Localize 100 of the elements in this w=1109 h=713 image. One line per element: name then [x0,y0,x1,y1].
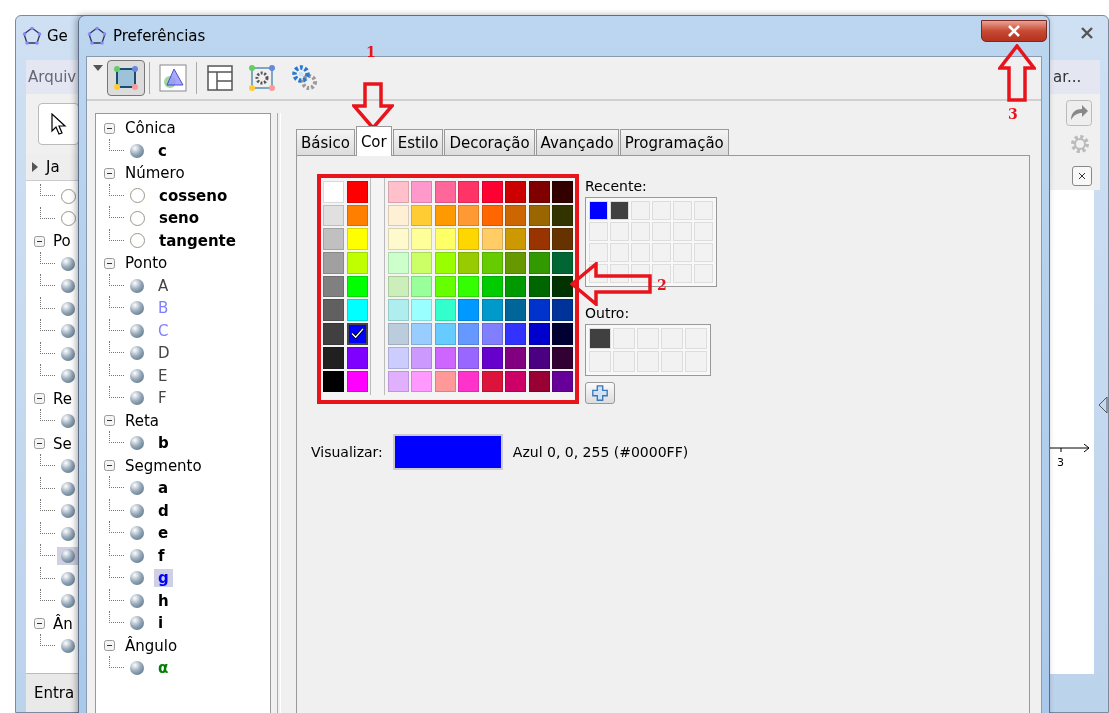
tree-item[interactable]: seno [155,209,204,228]
visible-ball-icon[interactable] [61,279,75,294]
move-tool-button[interactable] [38,103,79,145]
empty-swatch[interactable] [637,328,659,349]
visible-ball-icon[interactable] [61,504,75,519]
visible-ball-icon[interactable] [130,526,144,541]
tree-group-label[interactable]: Se [53,434,72,453]
visible-ball-icon[interactable] [130,301,144,316]
object-tool-button[interactable] [107,60,145,96]
expand-arrow-icon[interactable] [32,162,38,172]
collapse-icon[interactable] [104,257,115,269]
visible-ball-icon[interactable] [130,548,144,563]
empty-swatch[interactable] [673,201,692,220]
tree-group-label[interactable]: Cônica [125,119,176,138]
empty-swatch[interactable] [673,243,692,262]
visible-ball-icon[interactable] [61,594,75,609]
empty-swatch[interactable] [673,264,692,283]
redo-icon[interactable] [1066,100,1092,126]
collapse-icon[interactable] [34,618,45,630]
tree-item[interactable]: d [154,501,173,520]
collapse-icon[interactable] [104,460,115,472]
visible-ball-icon[interactable] [61,639,75,654]
collapse-icon[interactable] [104,415,115,427]
tree-group-label[interactable]: Ân [53,614,73,633]
visible-ball-icon[interactable] [61,549,75,564]
empty-swatch[interactable] [685,351,707,372]
visible-ball-icon[interactable] [130,346,144,361]
close-view-button[interactable] [1072,166,1092,186]
hidden-circle-icon[interactable] [130,188,145,204]
tab[interactable]: Decoração [444,129,535,155]
tree-item[interactable]: α [154,659,173,678]
empty-swatch[interactable] [613,351,635,372]
empty-swatch[interactable] [613,328,635,349]
tab[interactable]: Avançado [535,129,619,155]
empty-swatch[interactable] [661,351,683,372]
collapse-icon[interactable] [34,438,45,450]
tree-item[interactable]: F [154,389,171,408]
tree-group-label[interactable]: Po [53,232,71,251]
tree-group-label[interactable]: Número [125,164,185,183]
tree-item[interactable]: g [154,569,173,588]
visible-ball-icon[interactable] [130,571,144,586]
tree-group-label[interactable]: Segmento [125,456,202,475]
tab[interactable]: Básico [296,129,355,155]
visible-ball-icon[interactable] [130,323,144,338]
collapse-icon[interactable] [104,122,115,134]
empty-swatch[interactable] [610,222,629,241]
tree-item[interactable]: b [154,434,173,453]
collapse-icon[interactable] [34,393,45,405]
empty-swatch[interactable] [637,351,659,372]
empty-swatch[interactable] [694,264,713,283]
color-swatch[interactable] [346,323,368,345]
visible-ball-icon[interactable] [130,368,144,383]
tree-item[interactable]: f [154,546,169,565]
tab[interactable]: Programação [619,129,729,155]
tree-item[interactable]: E [154,366,172,385]
empty-swatch[interactable] [631,201,650,220]
tree-item[interactable]: cosseno [155,186,232,205]
tree-item[interactable]: a [154,479,173,498]
collapse-icon[interactable] [34,235,45,247]
visible-ball-icon[interactable] [130,616,144,631]
tree-item[interactable]: i [154,614,168,633]
visible-ball-icon[interactable] [61,459,75,474]
empty-swatch[interactable] [694,222,713,241]
visible-ball-icon[interactable] [130,143,144,158]
collapse-icon[interactable] [104,167,115,179]
tree-item[interactable]: tangente [155,231,240,250]
visible-ball-icon[interactable] [61,369,75,384]
visible-ball-icon[interactable] [61,481,75,496]
visible-ball-icon[interactable] [130,481,144,496]
tree-group-label[interactable]: Ângulo [125,636,178,655]
close-icon[interactable] [1080,27,1094,39]
tree-item[interactable] [57,547,79,566]
tree-group-label[interactable]: Reta [125,411,160,430]
visible-ball-icon[interactable] [130,661,144,676]
empty-swatch[interactable] [652,201,671,220]
empty-swatch[interactable] [694,201,713,220]
empty-swatch[interactable] [589,351,611,372]
empty-swatch[interactable] [694,243,713,262]
hidden-circle-icon[interactable] [130,233,145,249]
hidden-circle-icon[interactable] [130,210,145,226]
add-color-button[interactable] [585,382,615,404]
visible-ball-icon[interactable] [130,278,144,293]
visible-ball-icon[interactable] [61,414,75,429]
tree-item[interactable]: D [154,344,174,363]
empty-swatch[interactable] [673,222,692,241]
visible-ball-icon[interactable] [61,571,75,586]
empty-swatch[interactable] [652,222,671,241]
empty-swatch[interactable] [589,243,608,262]
tree-item[interactable]: h [154,591,173,610]
tree-item[interactable]: A [154,276,173,295]
collapse-icon[interactable] [104,640,115,652]
visible-ball-icon[interactable] [130,436,144,451]
empty-swatch[interactable] [652,243,671,262]
empty-swatch[interactable] [631,243,650,262]
visible-ball-icon[interactable] [61,301,75,316]
tree-group-label[interactable]: Ponto [125,254,168,273]
visible-ball-icon[interactable] [61,346,75,361]
empty-swatch[interactable] [589,222,608,241]
tree-group-label[interactable]: Re [53,389,72,408]
dropdown-arrow-icon[interactable] [93,65,103,71]
